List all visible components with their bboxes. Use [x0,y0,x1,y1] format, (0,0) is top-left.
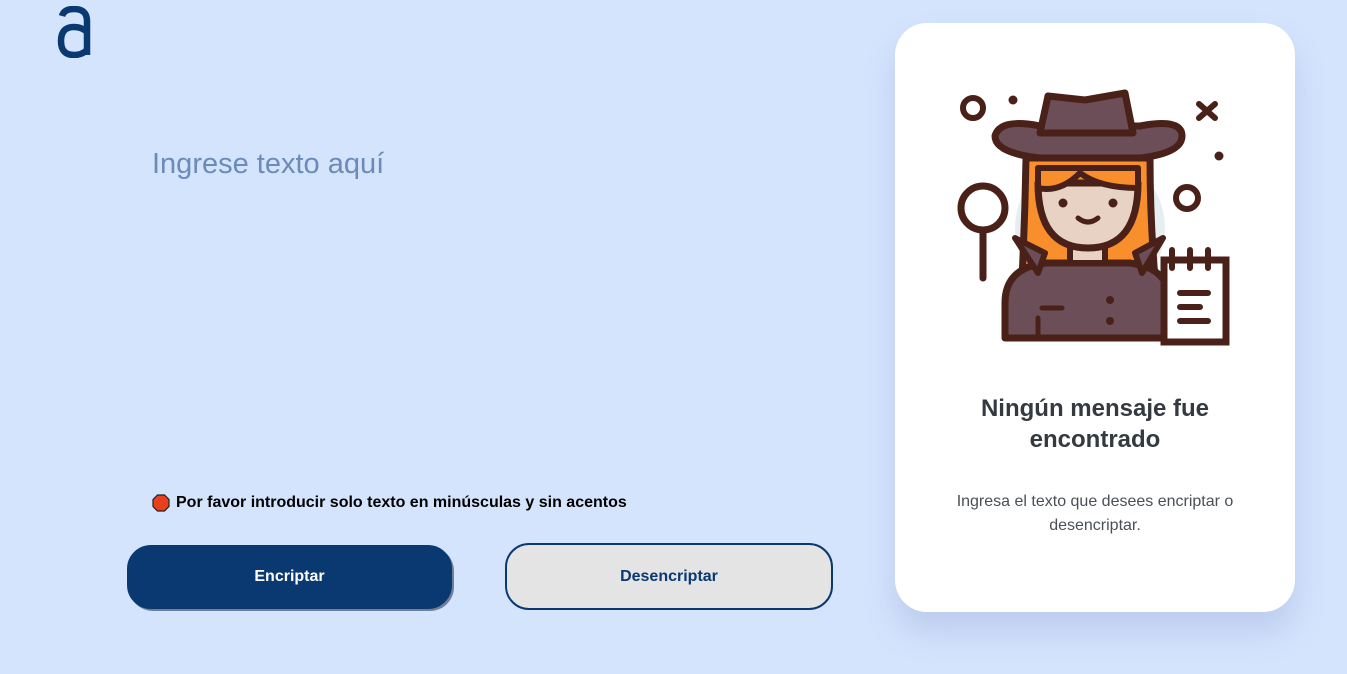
decrypt-button[interactable]: Desencriptar [505,543,833,610]
alura-logo-icon[interactable] [56,6,94,58]
detective-girl-illustration [957,89,1230,346]
stop-sign-icon [152,494,170,512]
result-panel: Ningún mensaje fue encontrado Ingresa el… [895,23,1295,612]
warning-text: Por favor introducir solo texto en minús… [176,494,627,511]
no-message-text: Ingresa el texto que desees encriptar o … [956,493,1234,534]
input-warning: Por favor introducir solo texto en minús… [152,494,627,512]
message-input[interactable] [152,148,832,468]
no-message-title: Ningún mensaje fue encontrado [980,395,1210,453]
page: Por favor introducir solo texto en minús… [0,0,1347,674]
encrypt-button[interactable]: Encriptar [127,545,452,609]
